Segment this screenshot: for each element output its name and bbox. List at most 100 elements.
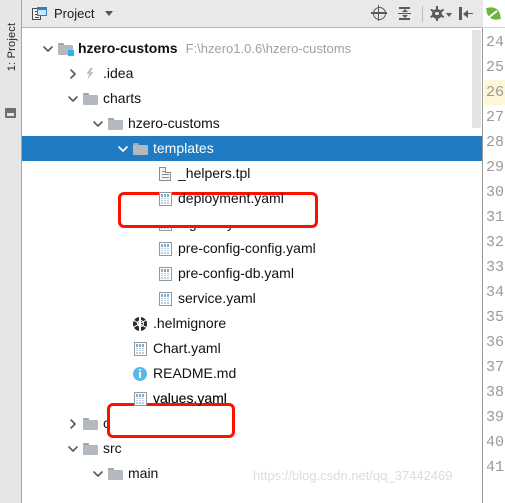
gutter-line-number: 37 (486, 359, 505, 376)
tree-row[interactable]: ingress.yaml (22, 211, 482, 236)
editor-tab[interactable] (484, 0, 505, 28)
tree-node-icon (131, 136, 149, 161)
tree-node-label: README.md (153, 365, 237, 381)
gutter-line-number: 30 (486, 184, 505, 201)
yaml-file-icon (158, 241, 172, 256)
yaml-file-icon (158, 291, 172, 306)
tree-scrollbar[interactable] (471, 28, 482, 503)
locate-file-button[interactable] (368, 3, 390, 25)
tree-node-icon (131, 311, 149, 336)
tree-row[interactable]: deployment.yaml (22, 186, 482, 211)
yaml-file-icon (158, 216, 172, 231)
chevron-down-icon[interactable] (105, 11, 114, 16)
tree-row[interactable]: README.md (22, 361, 482, 386)
tree-row[interactable]: customize (22, 411, 482, 436)
bolt-icon (83, 67, 97, 80)
gutter-line-number: 36 (486, 334, 505, 351)
tree-node-label: pre-config-config.yaml (178, 240, 316, 256)
gear-icon (429, 6, 445, 21)
gutter-line-number: 41 (486, 459, 505, 476)
editor-line-number-gutter: 24 25 26 27 28 29 30 31 32 33 34 35 36 37 38 39 40 41 (484, 28, 505, 503)
project-view-icon (32, 6, 47, 21)
tree-row[interactable]: pre-config-config.yaml (22, 236, 482, 261)
tree-node-icon (106, 111, 124, 136)
tree-twisty-down-icon[interactable] (90, 461, 106, 486)
hide-panel-button[interactable] (455, 3, 477, 25)
project-title-group[interactable]: Project (32, 0, 114, 27)
structure-icon[interactable] (5, 108, 16, 118)
gutter-line-number: 39 (486, 409, 505, 426)
tree-twisty-down-icon[interactable] (65, 436, 81, 461)
tree-node-label: templates (153, 140, 214, 156)
collapse-all-button[interactable] (393, 3, 415, 25)
folder-icon (107, 117, 123, 130)
tree-twisty-down-icon[interactable] (65, 86, 81, 111)
tree-node-label: src (103, 440, 122, 456)
gutter-line-number: 32 (486, 234, 505, 251)
tree-row[interactable]: Chart.yaml (22, 336, 482, 361)
module-folder-icon (57, 42, 74, 56)
ide-project-tool-window: 1: Project Project hzero-customs F:\hzer… (0, 0, 505, 503)
tree-twisty-down-icon[interactable] (115, 136, 131, 161)
tree-row[interactable]: templates (22, 136, 482, 161)
tree-row[interactable]: .helmignore (22, 311, 482, 336)
tree-twisty-down-icon[interactable] (40, 36, 56, 61)
tree-node-icon (131, 336, 149, 361)
tree-node-label: hzero-customs (128, 115, 220, 131)
tree-node-label: main (128, 465, 159, 481)
gutter-line-number: 26 (484, 80, 505, 105)
tree-row[interactable]: _helpers.tpl (22, 161, 482, 186)
green-leaf-icon (487, 7, 500, 20)
tree-row[interactable]: .idea (22, 61, 482, 86)
tree-node-label: pre-config-db.yaml (178, 265, 294, 281)
tree-row[interactable]: hzero-customs F:\hzero1.0.6\hzero-customs (22, 36, 482, 61)
chevron-down-icon[interactable] (445, 13, 452, 17)
tree-twisty-right-icon[interactable] (65, 411, 81, 436)
tree-node-icon (106, 461, 124, 486)
locate-icon (370, 5, 387, 21)
tree-node-icon (131, 361, 149, 386)
project-tree[interactable]: hzero-customs F:\hzero1.0.6\hzero-customs… (22, 28, 483, 503)
tree-row[interactable]: hzero-customs (22, 111, 482, 136)
tree-twisty-down-icon[interactable] (90, 111, 106, 136)
tree-node-label: hzero-customs (78, 40, 178, 56)
tree-node-label: ingress.yaml (178, 215, 257, 231)
tree-node-icon (81, 86, 99, 111)
tree-node-icon (156, 236, 174, 261)
tree-node-label: values.yaml (153, 390, 227, 406)
gutter-line-number: 33 (486, 259, 505, 276)
tree-node-label: Chart.yaml (153, 340, 221, 356)
gutter-line-number: 25 (486, 59, 505, 76)
info-file-icon (133, 366, 147, 381)
tree-node-label: .helmignore (153, 315, 227, 331)
tree-node-icon (81, 411, 99, 436)
collapse-all-icon (397, 7, 411, 20)
tree-node-label: .idea (103, 65, 134, 81)
tree-row[interactable]: values.yaml (22, 386, 482, 411)
folder-icon (132, 142, 148, 155)
tree-row[interactable]: main (22, 461, 482, 486)
tree-node-label: deployment.yaml (178, 190, 284, 206)
tree-twisty-right-icon[interactable] (65, 61, 81, 86)
header-actions (368, 0, 477, 27)
tpl-file-icon (159, 166, 171, 181)
toolbar-divider (422, 5, 423, 22)
tree-node-icon (156, 286, 174, 311)
tree-node-icon (156, 211, 174, 236)
tool-window-header: Project (22, 0, 483, 28)
tree-row[interactable]: service.yaml (22, 286, 482, 311)
tree-node-icon (81, 436, 99, 461)
tree-scrollbar-thumb[interactable] (472, 30, 481, 128)
tree-row[interactable]: src (22, 436, 482, 461)
yaml-file-icon (133, 341, 147, 356)
gutter-line-number: 35 (486, 309, 505, 326)
tool-window-strip: 1: Project (0, 0, 22, 503)
strip-tab-project[interactable]: 1: Project (1, 11, 23, 83)
hide-panel-icon (459, 7, 473, 20)
tree-row[interactable]: charts (22, 86, 482, 111)
gutter-line-number: 28 (486, 134, 505, 151)
settings-button[interactable] (429, 3, 452, 25)
tree-row[interactable]: pre-config-db.yaml (22, 261, 482, 286)
folder-icon (107, 467, 123, 480)
yaml-file-icon (133, 391, 147, 406)
